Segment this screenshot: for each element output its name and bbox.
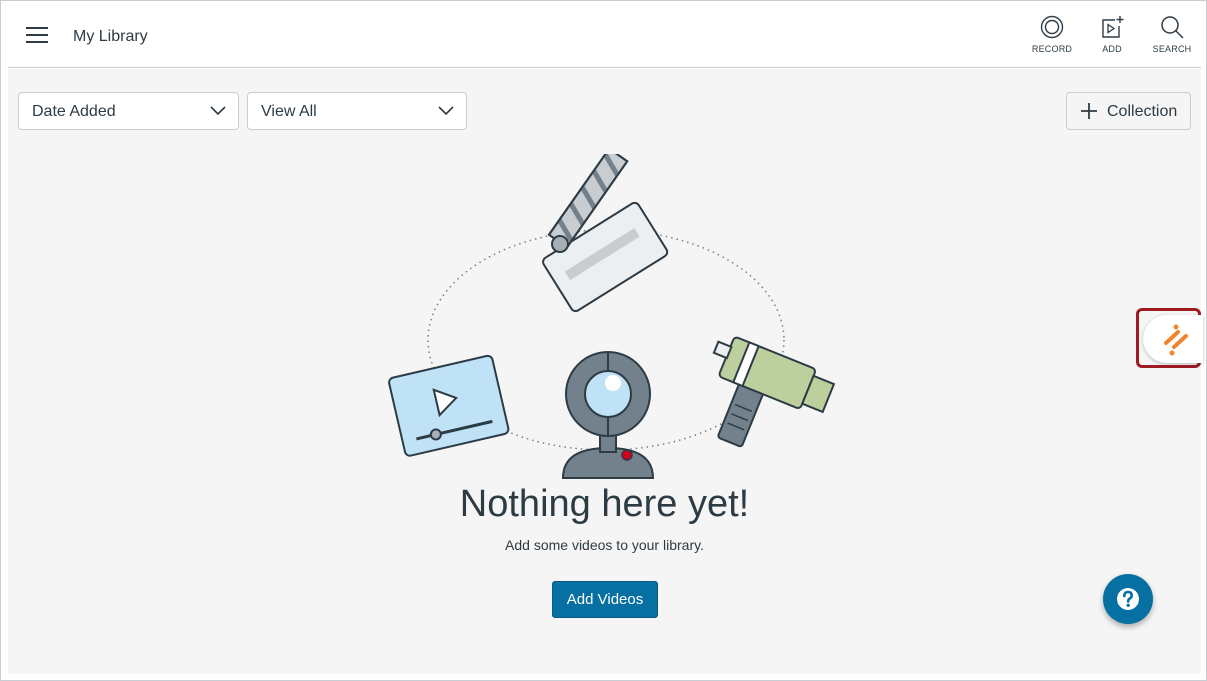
search-label: SEARCH bbox=[1152, 44, 1192, 54]
add-button[interactable]: ADD bbox=[1087, 15, 1137, 61]
add-label: ADD bbox=[1102, 44, 1122, 54]
extension-tab bbox=[1143, 315, 1203, 363]
page-title: My Library bbox=[73, 28, 148, 45]
search-icon bbox=[1161, 16, 1184, 39]
collection-button-label: Collection bbox=[1107, 103, 1178, 120]
record-label: RECORD bbox=[1031, 44, 1073, 54]
extension-logo-icon bbox=[1164, 324, 1188, 356]
app-frame: My Library RECORD ADD SEARCH Date Added … bbox=[0, 0, 1207, 681]
library-content: Date Added View All Collection Nothing h… bbox=[8, 69, 1201, 674]
record-icon bbox=[1040, 15, 1064, 39]
plus-icon bbox=[1081, 103, 1097, 119]
hamburger-menu-icon[interactable] bbox=[26, 27, 48, 45]
chevron-down-icon bbox=[210, 106, 226, 116]
camcorder-icon bbox=[712, 336, 836, 448]
search-button[interactable]: SEARCH bbox=[1147, 15, 1197, 61]
question-mark-icon bbox=[1117, 588, 1139, 610]
add-collection-button[interactable]: Collection bbox=[1066, 92, 1191, 130]
extension-widget[interactable] bbox=[1136, 308, 1203, 368]
top-header: My Library RECORD ADD SEARCH bbox=[8, 1, 1201, 68]
add-video-icon bbox=[1102, 16, 1124, 38]
webcam-icon bbox=[561, 351, 655, 479]
empty-state-title: Nothing here yet! bbox=[459, 483, 750, 525]
record-button[interactable]: RECORD bbox=[1027, 15, 1077, 61]
add-videos-button[interactable]: Add Videos bbox=[552, 581, 658, 618]
help-button[interactable] bbox=[1103, 574, 1153, 624]
view-select[interactable]: View All bbox=[247, 92, 467, 130]
video-player-icon bbox=[388, 354, 510, 457]
view-select-value: View All bbox=[261, 103, 317, 120]
sort-select[interactable]: Date Added bbox=[18, 92, 239, 130]
chevron-down-icon bbox=[438, 106, 454, 116]
empty-library-illustration bbox=[388, 154, 836, 479]
empty-state-subtitle: Add some videos to your library. bbox=[505, 537, 704, 553]
clapperboard-icon bbox=[542, 154, 669, 313]
sort-select-value: Date Added bbox=[32, 103, 116, 120]
